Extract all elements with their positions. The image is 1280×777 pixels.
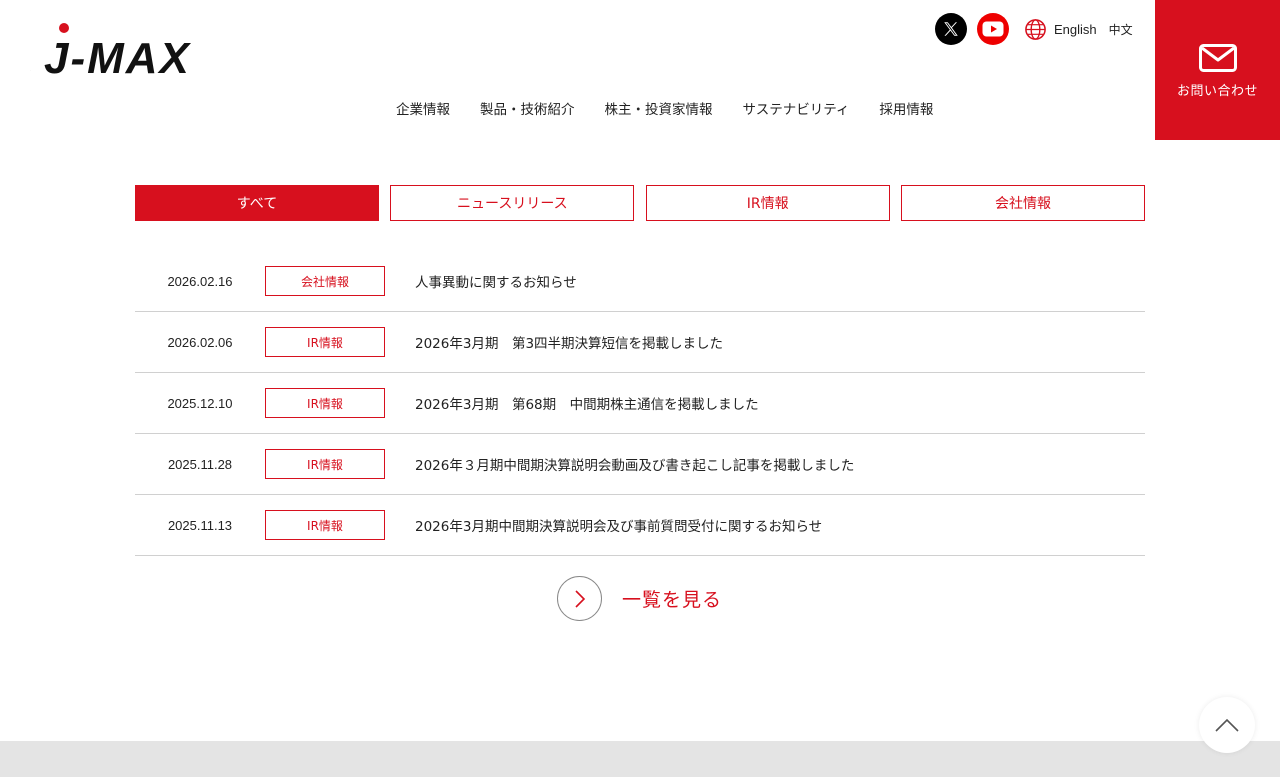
nav-item-recruit[interactable]: 採用情報 (879, 98, 933, 118)
youtube-link[interactable] (977, 13, 1009, 45)
youtube-icon (982, 21, 1004, 37)
nav-item-sustainability[interactable]: サステナビリティ (743, 98, 850, 118)
page-top-button[interactable] (1199, 697, 1255, 753)
svg-text:J-MAX: J-MAX (44, 34, 192, 80)
news-title: 人事異動に関するお知らせ (415, 275, 577, 291)
contact-label: お問い合わせ (1176, 83, 1258, 99)
chevron-right-icon (557, 576, 602, 621)
globe-icon (1023, 17, 1047, 41)
nav-item-company[interactable]: 企業情報 (396, 98, 450, 118)
lang-chinese-link[interactable]: 中文 (1109, 21, 1133, 38)
news-row[interactable]: 2026.02.16 会社情報 人事異動に関するお知らせ (135, 251, 1145, 312)
news-category-badge: 会社情報 (265, 266, 385, 296)
utility-bar: English 中文 (935, 12, 1133, 46)
chevron-up-icon (1215, 718, 1239, 732)
tab-company[interactable]: 会社情報 (900, 185, 1145, 221)
view-all-label: 一覧を見る (622, 589, 723, 611)
tab-ir[interactable]: IR情報 (645, 185, 890, 221)
global-nav: 企業情報 製品・技術紹介 株主・投資家情報 サステナビリティ 採用情報 (396, 98, 963, 118)
news-row[interactable]: 2026.02.06 IR情報 2026年3月期 第3四半期決算短信を掲載しまし… (135, 312, 1145, 373)
news-category-tabs: すべて ニュースリリース IR情報 会社情報 (135, 185, 1145, 221)
footer-band (0, 741, 1280, 777)
view-all-link[interactable]: 一覧を見る (557, 576, 722, 621)
news-title: 2026年3月期 第68期 中間期株主通信を掲載しました (415, 397, 759, 413)
jmax-logo-icon: J-MAX (30, 23, 192, 80)
contact-button[interactable]: お問い合わせ (1155, 0, 1280, 140)
news-date: 2025.12.10 (167, 395, 233, 411)
news-row[interactable]: 2025.11.13 IR情報 2026年3月期中間期決算説明会及び事前質問受付… (135, 495, 1145, 556)
tab-news-release[interactable]: ニュースリリース (390, 185, 635, 221)
site-logo[interactable]: J-MAX (30, 22, 196, 80)
tab-all[interactable]: すべて (135, 185, 379, 221)
news-category-badge: IR情報 (265, 510, 385, 540)
news-category-badge: IR情報 (265, 449, 385, 479)
nav-item-investors[interactable]: 株主・投資家情報 (605, 98, 713, 118)
news-date: 2026.02.06 (167, 334, 233, 350)
news-date: 2026.02.16 (167, 273, 233, 289)
lang-english-link[interactable]: English (1054, 22, 1097, 37)
news-category-badge: IR情報 (265, 327, 385, 357)
news-title: 2026年3月期中間期決算説明会及び事前質問受付に関するお知らせ (415, 519, 823, 535)
news-date: 2025.11.13 (167, 517, 233, 533)
news-list: 2026.02.16 会社情報 人事異動に関するお知らせ 2026.02.06 … (135, 251, 1145, 556)
x-link[interactable] (935, 13, 967, 45)
news-title: 2026年３月期中間期決算説明会動画及び書き起こし記事を掲載しました (415, 458, 855, 474)
nav-item-products[interactable]: 製品・技術紹介 (480, 98, 575, 118)
mail-icon (1198, 43, 1237, 72)
news-date: 2025.11.28 (167, 456, 233, 472)
news-title: 2026年3月期 第3四半期決算短信を掲載しました (415, 336, 724, 352)
x-icon (944, 22, 958, 36)
news-row[interactable]: 2025.12.10 IR情報 2026年3月期 第68期 中間期株主通信を掲載… (135, 373, 1145, 434)
news-category-badge: IR情報 (265, 388, 385, 418)
news-row[interactable]: 2025.11.28 IR情報 2026年３月期中間期決算説明会動画及び書き起こ… (135, 434, 1145, 495)
